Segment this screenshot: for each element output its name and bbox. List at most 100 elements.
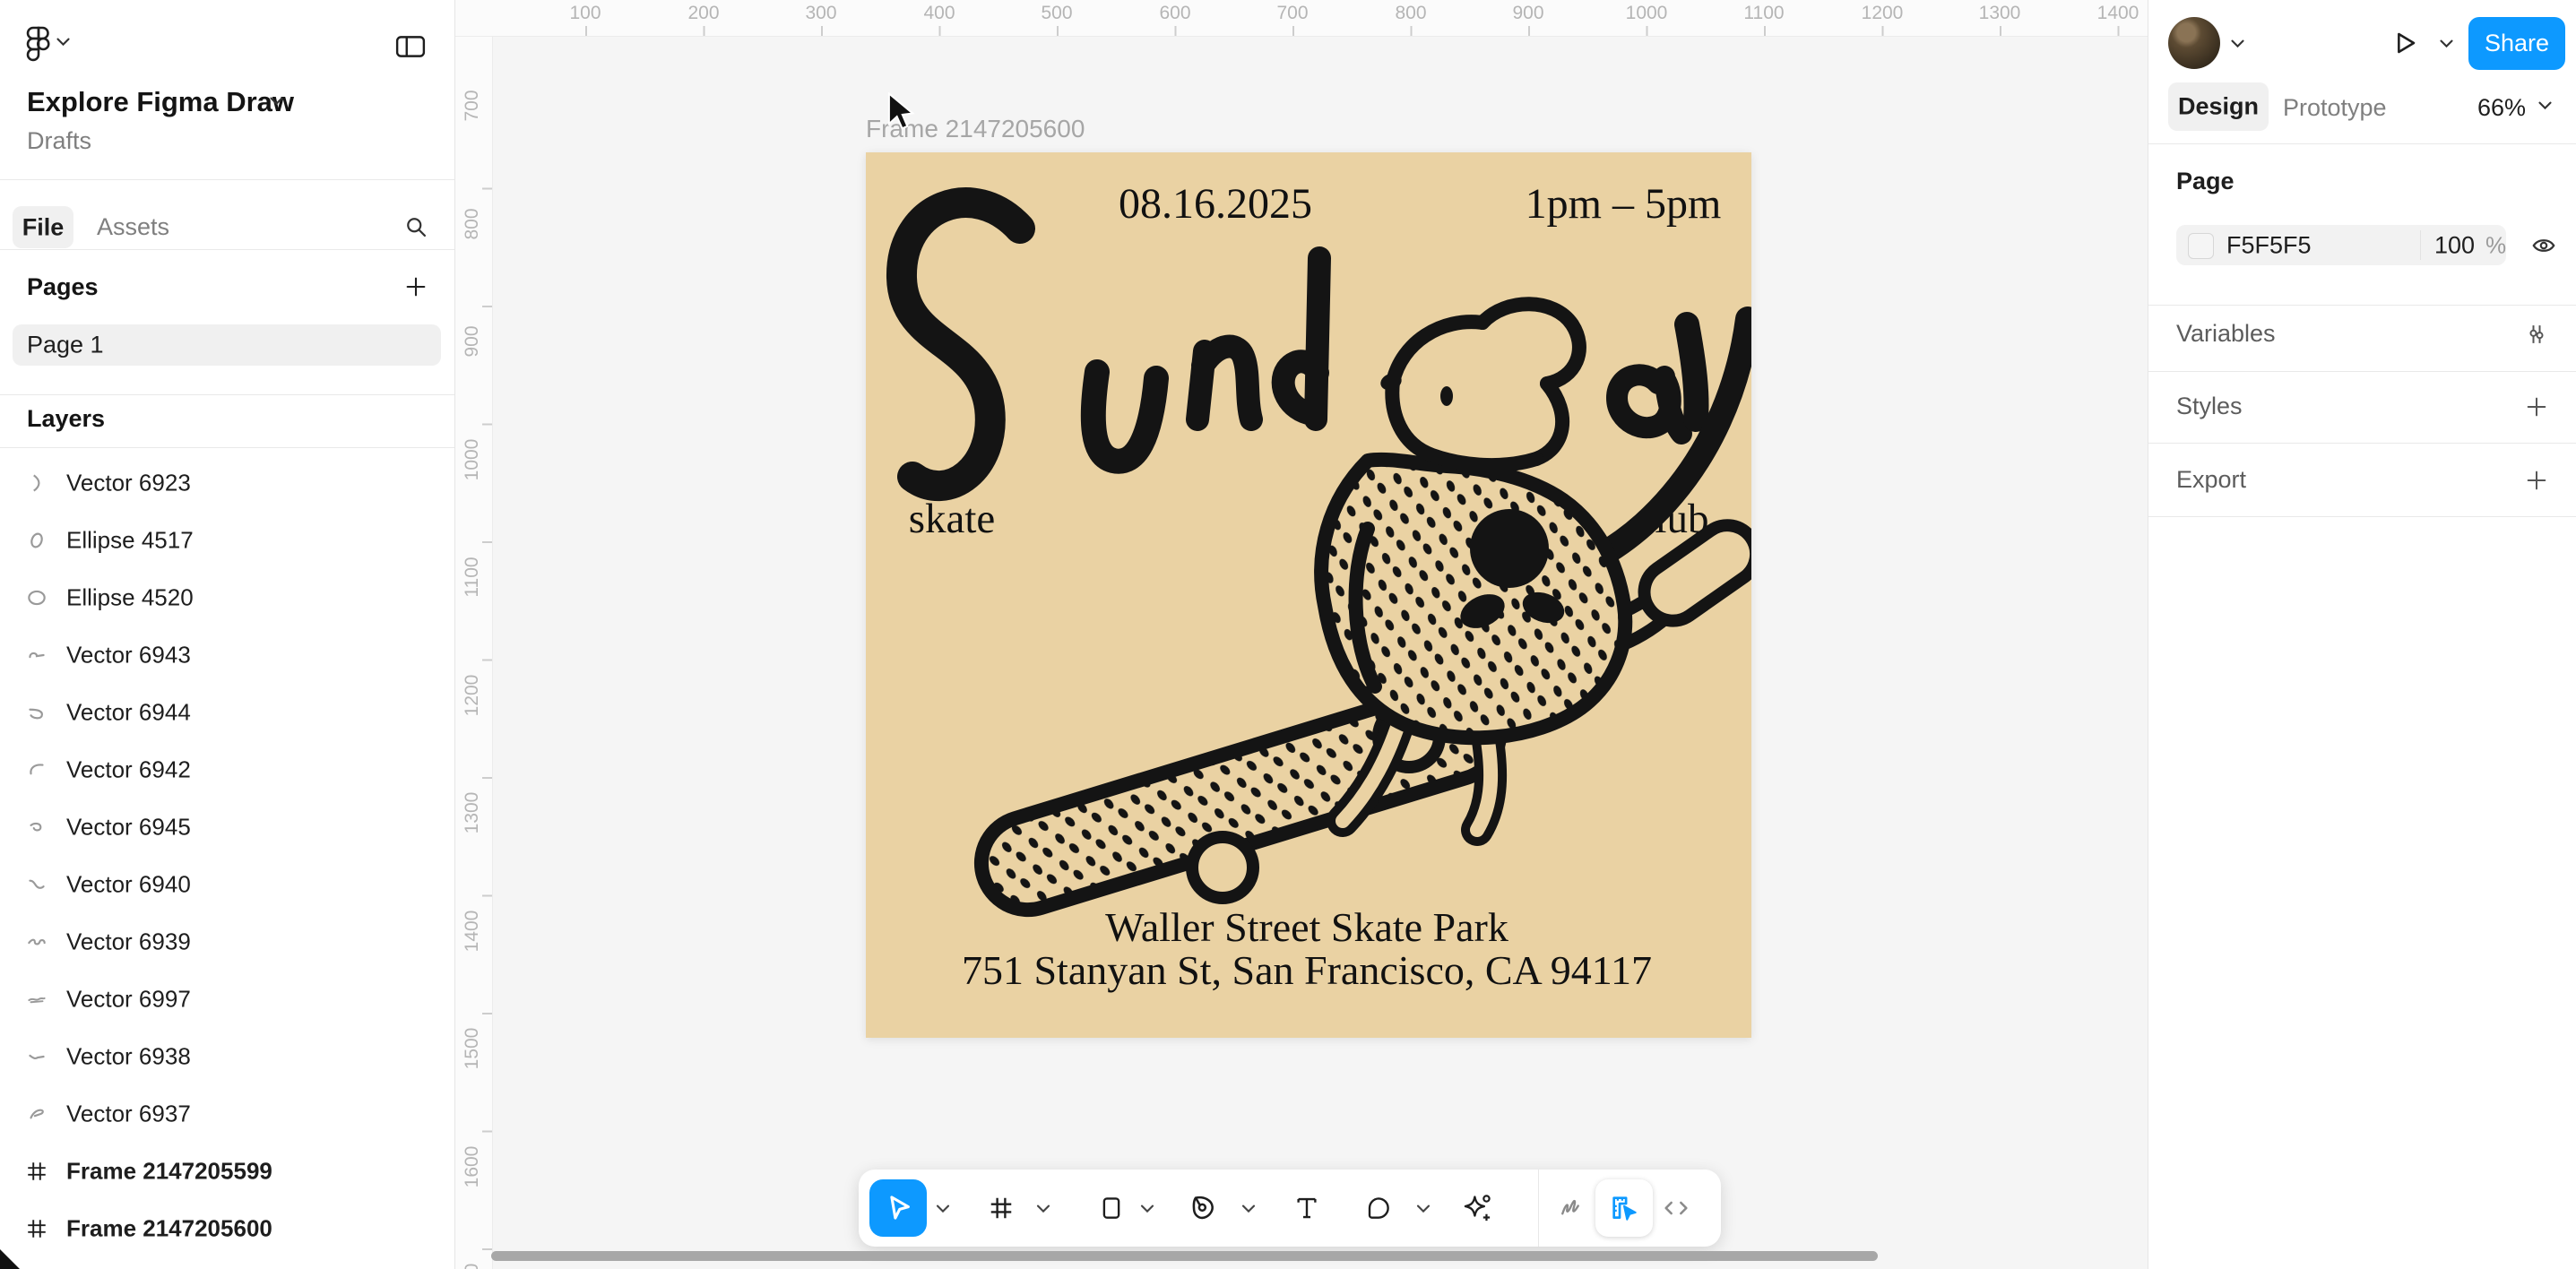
text-icon xyxy=(1293,1195,1320,1222)
add-style-icon[interactable] xyxy=(2524,394,2549,419)
left-sidebar: Explore Figma Draw Drafts File Assets Pa… xyxy=(0,0,455,1269)
layer-row[interactable]: Ellipse 4517 xyxy=(0,512,454,569)
horizontal-ruler: 100 200 300 400 500 600 700 800 900 1000… xyxy=(454,0,2148,37)
toggle-sidebar-icon[interactable] xyxy=(395,35,426,58)
divider xyxy=(2148,443,2576,444)
page-fill-row[interactable]: F5F5F5 100 % xyxy=(2176,225,2506,265)
tab-assets[interactable]: Assets xyxy=(97,213,169,241)
add-export-icon[interactable] xyxy=(2524,468,2549,493)
search-icon[interactable] xyxy=(403,214,428,239)
comment-tool-button[interactable] xyxy=(1365,1170,1392,1247)
vector-curve-icon xyxy=(25,758,48,781)
present-play-icon[interactable] xyxy=(2390,29,2419,57)
file-title-chevron[interactable] xyxy=(269,95,284,106)
poster-frame[interactable]: Sunday 08.16.2025 1pm – 5pm skate club W… xyxy=(866,152,1751,1038)
vector-curve-icon xyxy=(25,471,48,495)
move-tool-dropdown[interactable] xyxy=(936,1170,951,1247)
ruler-label: 900 xyxy=(1512,3,1543,24)
present-options-chevron[interactable] xyxy=(2439,38,2454,48)
fill-hex-value[interactable]: F5F5F5 xyxy=(2226,231,2312,259)
layers-header: Layers xyxy=(27,405,105,433)
frame-tool-button[interactable] xyxy=(988,1170,1015,1247)
sliders-icon[interactable] xyxy=(2524,322,2549,347)
secondary-cursor-corner xyxy=(0,1249,27,1269)
text-tool-button[interactable] xyxy=(1293,1170,1320,1247)
layer-row[interactable]: Vector 6997 xyxy=(0,971,454,1028)
divider xyxy=(2148,371,2576,372)
ruler-label: 700 xyxy=(1276,3,1308,24)
layer-row-frame[interactable]: Frame 2147205600 xyxy=(0,1200,454,1257)
ruler-label: 1500 xyxy=(462,1028,483,1070)
layer-row[interactable]: Vector 6939 xyxy=(0,913,454,971)
pen-tool-dropdown[interactable] xyxy=(1241,1170,1257,1247)
actions-tool-button[interactable] xyxy=(1462,1170,1492,1247)
shape-tool-dropdown[interactable] xyxy=(1140,1170,1155,1247)
move-tool-button[interactable] xyxy=(869,1179,927,1237)
pages-header: Pages xyxy=(27,273,99,301)
ruler-label: 1000 xyxy=(462,439,483,481)
layer-row[interactable]: Vector 6937 xyxy=(0,1085,454,1143)
color-swatch[interactable] xyxy=(2188,233,2214,259)
fill-opacity-value[interactable]: 100 xyxy=(2434,231,2475,259)
dev-mode-code-icon xyxy=(1662,1194,1690,1222)
variables-section-header: Variables xyxy=(2176,320,2276,348)
shape-tool-button[interactable] xyxy=(1098,1170,1125,1247)
zoom-level[interactable]: 66% xyxy=(2477,94,2526,122)
visibility-eye-icon[interactable] xyxy=(2530,232,2557,259)
draw-mode-button[interactable] xyxy=(1557,1170,1584,1247)
mouse-cursor xyxy=(886,92,921,132)
divider xyxy=(2148,305,2576,306)
design-mode-button[interactable] xyxy=(1595,1179,1653,1237)
avatar[interactable] xyxy=(2168,17,2220,69)
ruler-label: 400 xyxy=(923,3,955,24)
layer-row[interactable]: Vector 6938 xyxy=(0,1028,454,1085)
ruler-label: 100 xyxy=(569,3,601,24)
zoom-chevron[interactable] xyxy=(2537,99,2553,110)
design-mode-icon xyxy=(1609,1193,1639,1223)
divider xyxy=(0,394,454,395)
share-button[interactable]: Share xyxy=(2468,17,2565,70)
page-item-selected[interactable]: Page 1 xyxy=(13,324,441,366)
actions-sparkle-icon xyxy=(1462,1193,1492,1223)
dev-mode-button[interactable] xyxy=(1662,1170,1690,1247)
layer-row[interactable]: Vector 6943 xyxy=(0,626,454,684)
vector-curve-icon xyxy=(25,873,48,896)
vector-squiggle-icon xyxy=(25,1045,48,1068)
ruler-label: 1200 xyxy=(462,675,483,717)
layer-row-frame[interactable]: Frame 2147205599 xyxy=(0,1143,454,1200)
layer-row[interactable]: Vector 6944 xyxy=(0,684,454,741)
layer-row[interactable]: Ellipse 4520 xyxy=(0,569,454,626)
vertical-ruler-ticks xyxy=(482,0,492,1269)
vector-squiggle-icon xyxy=(25,1102,48,1126)
account-chevron[interactable] xyxy=(2230,38,2245,48)
figma-logo[interactable] xyxy=(25,25,52,63)
ruler-label: 1000 xyxy=(1626,3,1668,24)
main-menu-chevron[interactable] xyxy=(56,36,71,47)
layer-row[interactable]: Vector 6923 xyxy=(0,454,454,512)
page-section-header: Page xyxy=(2176,168,2235,195)
frame-icon xyxy=(25,1160,48,1183)
ruler-label: 1600 xyxy=(462,1146,483,1188)
pen-nib-icon xyxy=(1189,1194,1217,1222)
add-page-icon[interactable] xyxy=(403,274,428,299)
layer-row[interactable]: Vector 6945 xyxy=(0,799,454,856)
horizontal-scrollbar[interactable] xyxy=(491,1251,1878,1261)
ruler-label: 1700 xyxy=(462,1264,483,1269)
divider xyxy=(2420,230,2421,260)
vertical-ruler: 700 800 900 1000 1100 1200 1300 1400 150… xyxy=(454,36,493,1269)
ruler-label: 300 xyxy=(805,3,836,24)
comment-tool-dropdown[interactable] xyxy=(1416,1170,1431,1247)
tab-file[interactable]: File xyxy=(13,206,73,248)
canvas[interactable]: 700 800 900 1000 1100 1200 1300 1400 150… xyxy=(454,0,2148,1269)
divider xyxy=(2148,143,2576,144)
layer-row[interactable]: Vector 6942 xyxy=(0,741,454,799)
tab-prototype[interactable]: Prototype xyxy=(2283,94,2387,122)
file-title[interactable]: Explore Figma Draw xyxy=(27,86,294,118)
frame-icon xyxy=(25,1217,48,1240)
divider xyxy=(0,447,454,448)
layer-row[interactable]: Vector 6940 xyxy=(0,856,454,913)
tab-design[interactable]: Design xyxy=(2168,82,2269,131)
ruler-label: 500 xyxy=(1041,3,1072,24)
pen-tool-button[interactable] xyxy=(1189,1170,1217,1247)
frame-tool-dropdown[interactable] xyxy=(1036,1170,1051,1247)
